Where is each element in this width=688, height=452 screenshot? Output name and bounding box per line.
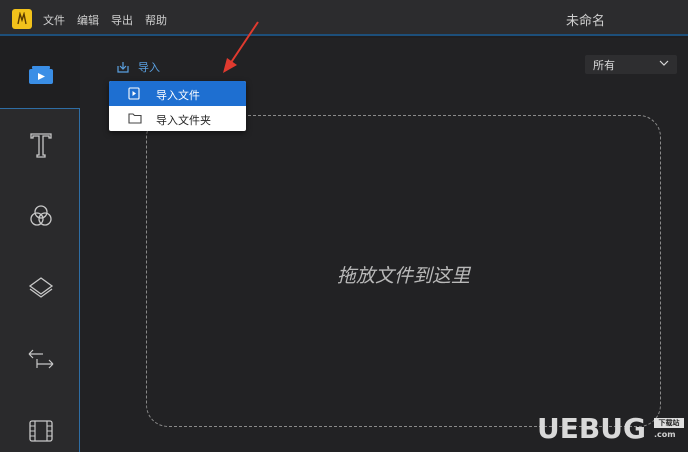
title-bar: 文件 编辑 导出 帮助 未命名 [0,0,688,36]
drop-zone[interactable]: 拖放文件到这里 [146,115,661,427]
filter-select[interactable]: 所有 [585,55,677,74]
filter-icon[interactable] [26,201,56,231]
transition-icon[interactable] [26,344,56,374]
import-icon [117,61,129,73]
menu-item-import-folder[interactable]: 导入文件夹 [109,106,246,131]
text-icon[interactable] [26,130,56,160]
watermark-badge: 下载站 [654,418,684,428]
watermark-domain: .com [654,430,676,439]
import-dropdown-menu: 导入文件 导入文件夹 [109,81,246,131]
drop-zone-text: 拖放文件到这里 [336,265,470,287]
folder-icon [128,113,142,124]
app-logo-icon [12,9,32,29]
import-label: 导入 [138,61,160,74]
menu-item-label: 导入文件夹 [156,114,211,127]
annotation-arrow-icon [223,21,259,73]
media-icon[interactable] [26,60,56,90]
sidebar [0,38,80,452]
filter-value: 所有 [593,59,615,72]
file-video-icon [128,87,140,100]
menu-export[interactable]: 导出 [111,12,133,28]
chevron-down-icon [659,60,669,66]
document-title: 未命名 [566,14,606,29]
menu-item-import-file[interactable]: 导入文件 [109,81,246,106]
menu-edit[interactable]: 编辑 [77,12,99,28]
menu-file[interactable]: 文件 [43,12,65,28]
watermark-logo: UEBUG [537,412,646,445]
menu-item-label: 导入文件 [156,89,200,102]
menu-bar: 文件 编辑 导出 帮助 [43,12,167,28]
import-button[interactable]: 导入 [116,59,160,75]
menu-help[interactable]: 帮助 [145,12,167,28]
film-icon[interactable] [26,416,56,446]
overlay-icon[interactable] [26,273,56,303]
